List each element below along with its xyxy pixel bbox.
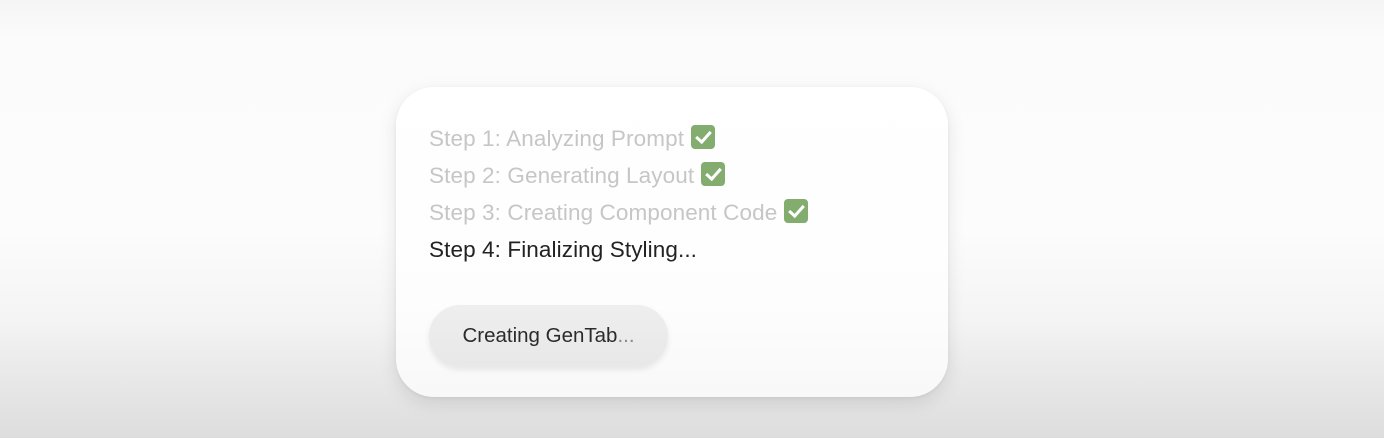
step-item: Step 2: Generating Layout (429, 157, 808, 194)
step-label: Step 1: Analyzing Prompt (429, 126, 685, 151)
button-label: Creating GenTab (462, 324, 618, 347)
step-item-current: Step 4: Finalizing Styling... (429, 231, 808, 268)
check-mark-icon (784, 198, 809, 223)
step-label: Step 2: Generating Layout (429, 163, 695, 188)
step-label: Step 4: Finalizing Styling... (429, 237, 698, 262)
check-mark-icon (701, 161, 726, 186)
button-ellipsis: ... (617, 324, 635, 347)
creating-gentab-button[interactable]: Creating GenTab... (429, 305, 668, 367)
generation-progress-card: Step 1: Analyzing Prompt Step 2: Generat… (396, 87, 948, 397)
step-item: Step 3: Creating Component Code (429, 194, 809, 231)
step-item: Step 1: Analyzing Prompt (429, 120, 808, 157)
step-label: Step 3: Creating Component Code (429, 200, 778, 225)
check-mark-icon (691, 124, 716, 149)
step-list: Step 1: Analyzing Prompt Step 2: Generat… (429, 120, 809, 268)
